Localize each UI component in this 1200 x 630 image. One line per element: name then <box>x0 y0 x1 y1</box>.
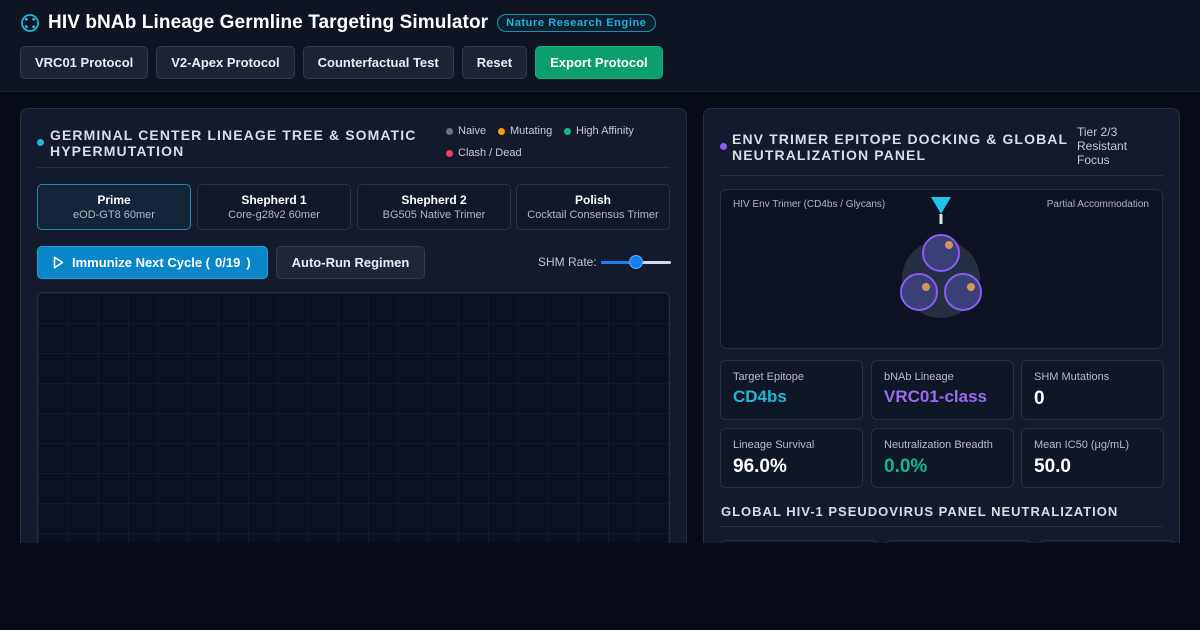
docking-title-line-2: NEUTRALIZATION PANEL <box>732 147 927 163</box>
vrc01-protocol-button[interactable]: VRC01 Protocol <box>20 46 149 79</box>
immunize-label-suffix: ) <box>246 255 251 270</box>
mutating-dot-icon <box>498 127 505 135</box>
export-protocol-button[interactable]: Export Protocol <box>535 46 663 79</box>
stage-name: Shepherd 1 <box>241 193 307 207</box>
counterfactual-test-button[interactable]: Counterfactual Test <box>302 46 454 79</box>
lineage-tree-canvas[interactable] <box>37 292 670 572</box>
legend-item-naive: Naive <box>446 125 486 137</box>
immunize-label: Immunize Next Cycle ( <box>72 255 210 270</box>
stage-tab-polish[interactable]: Polish Cocktail Consensus Trimer <box>516 184 670 230</box>
lineage-panel-title: GERMINAL CENTER LINEAGE TREE & SOMATIC H… <box>50 127 430 159</box>
virus-icon <box>21 14 39 32</box>
stage-immunogen: Core-g28v2 60mer <box>228 209 320 221</box>
panel-dot-icon <box>37 139 44 146</box>
stat-value: 96.0% <box>733 456 787 477</box>
stat-value: 0.0% <box>884 456 928 477</box>
stat-label: Mean IC50 (μg/mL) <box>1034 439 1129 451</box>
cycle-count: 0/19 <box>215 255 241 270</box>
high-affinity-dot-icon <box>564 127 571 135</box>
docking-title-line-1: ENV TRIMER EPITOPE DOCKING & GLOBAL <box>732 131 1069 147</box>
v2-apex-protocol-button[interactable]: V2-Apex Protocol <box>156 46 295 79</box>
legend-label: Mutating <box>510 125 553 137</box>
tier-line: Tier 2/3 <box>1077 125 1118 139</box>
top-bar: HIV bNAb Lineage Germline Targeting Simu… <box>0 0 1200 92</box>
stat-card-target-epitope: Target Epitope CD4bs <box>720 360 863 420</box>
stat-card-mean-ic50: Mean IC50 (μg/mL) 50.0 <box>1021 428 1164 488</box>
stat-card-shm-mutations: SHM Mutations 0 <box>1021 360 1164 420</box>
engine-badge: Nature Research Engine <box>497 14 656 32</box>
stage-immunogen: BG505 Native Trimer <box>382 209 486 221</box>
play-icon <box>53 256 64 269</box>
slider-thumb[interactable] <box>628 255 643 269</box>
stage-name: Shepherd 2 <box>401 193 467 207</box>
legend-label: Clash / Dead <box>458 147 522 159</box>
stat-value: 50.0 <box>1034 456 1071 477</box>
tier-focus-label: Tier 2/3 Resistant Focus <box>1077 125 1127 167</box>
auto-run-regimen-button[interactable]: Auto-Run Regimen <box>276 246 425 279</box>
antibody-pointer-icon <box>931 197 951 214</box>
legend-item-mutating: Mutating <box>498 125 552 137</box>
stage-name: Prime <box>97 193 131 207</box>
clash-dot-icon <box>446 149 453 157</box>
stat-card-lineage-survival: Lineage Survival 96.0% <box>720 428 863 488</box>
reset-button[interactable]: Reset <box>461 46 528 79</box>
divider <box>720 526 1163 527</box>
shm-rate-control: SHM Rate: <box>538 255 671 269</box>
stat-card-neutralization-breadth: Neutralization Breadth 0.0% <box>871 428 1014 488</box>
stat-value: CD4bs <box>733 387 787 406</box>
stage-tab-shepherd-1[interactable]: Shepherd 1 Core-g28v2 60mer <box>197 184 351 230</box>
shm-rate-label: SHM Rate: <box>538 255 597 269</box>
legend-item-high-affinity: High Affinity <box>564 125 634 137</box>
stat-label: Lineage Survival <box>733 439 815 451</box>
panel-dot-icon <box>720 143 727 150</box>
title-row: HIV bNAb Lineage Germline Targeting Simu… <box>20 12 656 34</box>
divider <box>37 167 670 168</box>
legend-item-clash-dead: Clash / Dead <box>446 147 522 159</box>
stat-label: Neutralization Breadth <box>884 439 993 451</box>
env-trimer-icon <box>900 197 982 318</box>
page-title: HIV bNAb Lineage Germline Targeting Simu… <box>48 12 489 33</box>
stat-label: SHM Mutations <box>1034 371 1110 383</box>
legend-label: High Affinity <box>576 125 634 137</box>
pseudovirus-panel-title: GLOBAL HIV-1 PSEUDOVIRUS PANEL NEUTRALIZ… <box>721 504 1119 519</box>
toolbar: VRC01 Protocol V2-Apex Protocol Counterf… <box>20 46 663 79</box>
epitope-docking-panel: ENV TRIMER EPITOPE DOCKING & GLOBAL NEUT… <box>703 108 1180 570</box>
dock-left-label: HIV Env Trimer (CD4bs / Glycans) <box>733 199 886 210</box>
shm-rate-slider[interactable] <box>600 255 671 269</box>
stage-immunogen: eOD-GT8 60mer <box>73 209 155 221</box>
tier-line: Focus <box>1077 153 1110 167</box>
lineage-title-line-1: GERMINAL CENTER LINEAGE TREE & SOMATIC <box>50 127 417 143</box>
lineage-title-line-2: HYPERMUTATION <box>50 143 185 159</box>
stage-tab-prime[interactable]: Prime eOD-GT8 60mer <box>37 184 191 230</box>
immunize-next-cycle-button[interactable]: Immunize Next Cycle ( 0/19 ) <box>37 246 268 279</box>
stat-value: VRC01-class <box>884 387 988 406</box>
docking-panel-title: ENV TRIMER EPITOPE DOCKING & GLOBAL NEUT… <box>732 131 1072 163</box>
stat-value: 0 <box>1034 388 1045 409</box>
tier-line: Resistant <box>1077 139 1128 153</box>
divider <box>720 175 1163 176</box>
legend-label: Naive <box>458 125 487 137</box>
trimer-docking-view[interactable]: HIV Env Trimer (CD4bs / Glycans) Partial… <box>720 189 1163 349</box>
naive-dot-icon <box>446 127 453 135</box>
page-bottom-background <box>0 543 1200 630</box>
stage-immunogen: Cocktail Consensus Trimer <box>527 209 659 221</box>
stat-label: bNAb Lineage <box>884 371 954 383</box>
stat-label: Target Epitope <box>733 371 804 383</box>
stage-tab-shepherd-2[interactable]: Shepherd 2 BG505 Native Trimer <box>357 184 511 230</box>
dock-right-label: Partial Accommodation <box>1046 199 1149 210</box>
stage-name: Polish <box>574 193 611 207</box>
lineage-tree-panel: GERMINAL CENTER LINEAGE TREE & SOMATIC H… <box>20 108 687 572</box>
stat-card-bnab-lineage: bNAb Lineage VRC01-class <box>871 360 1014 420</box>
